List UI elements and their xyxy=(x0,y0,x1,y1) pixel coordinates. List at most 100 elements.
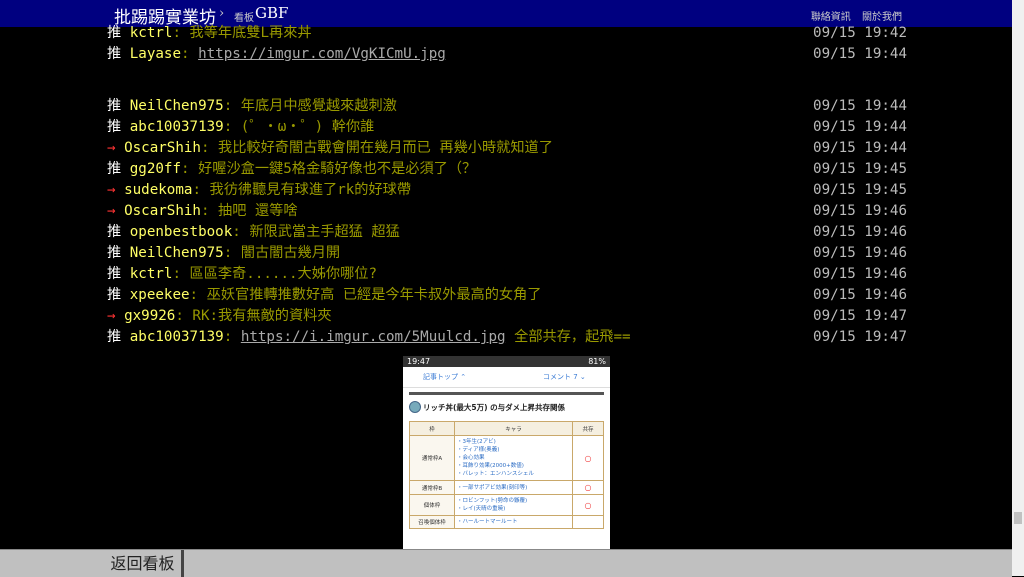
push-user: NeilChen975 xyxy=(129,98,224,114)
status-battery: 81% xyxy=(588,357,606,366)
push-row: → OscarShih: 我比較好奇闇古戰會開在幾月而已 再幾小時就知道了 09/… xyxy=(107,138,907,159)
page-scrollbar[interactable] xyxy=(1012,0,1024,576)
push-time: 09/15 19:45 xyxy=(813,161,907,177)
push-row: 推 openbestbook: 新限武當主手超猛 超猛 09/15 19:46 xyxy=(107,222,907,243)
push-content-text: : (゜・ω・゜) 幹你誰 xyxy=(223,119,375,135)
push-content: : 抽吧 還等啥 xyxy=(201,203,298,219)
push-time: 09/15 19:44 xyxy=(813,98,907,114)
push-content-after: 全部共存，起飛== xyxy=(505,329,631,345)
cell-chars: ・3年生(2アビ) ・ディア様(奥義) ・会心効果 ・耳飾り効果(2000+数値… xyxy=(454,435,573,481)
push-tag: 推 xyxy=(107,46,122,62)
col-coexist: 共存 xyxy=(572,421,604,436)
push-tag: 推 xyxy=(107,266,122,282)
cell-chars: ・一部サポアビ効果(刻印等) xyxy=(454,480,573,495)
push-content: : 好喔沙盒一鍵5格金騎好像也不是必須了（？ xyxy=(181,161,476,177)
push-link[interactable]: https://i.imgur.com/5Muulcd.jpg xyxy=(241,329,506,345)
push-content-text: : 我等年底雙L再來丼 xyxy=(172,25,312,41)
cell-chars: ・ハールートマールート xyxy=(454,515,573,529)
board-name-link[interactable]: GBF xyxy=(255,4,288,22)
contact-link[interactable]: 聯絡資訊 xyxy=(811,12,851,23)
push-content-text: : 闇古闇古幾月開 xyxy=(223,245,341,261)
push-user: abc10037139 xyxy=(129,119,224,135)
push-link[interactable]: https://imgur.com/VgKICmU.jpg xyxy=(198,46,446,62)
push-row: 推 gg20ff: 好喔沙盒一鍵5格金騎好像也不是必須了（？ 09/15 19:4… xyxy=(107,159,907,180)
cell-frame: 個体枠 xyxy=(409,494,455,516)
preview-divider xyxy=(409,392,604,395)
push-tag: 推 xyxy=(107,98,122,114)
header-links: 聯絡資訊 關於我們 xyxy=(803,8,902,23)
table-row: 個体枠 ・ロビンフット(勢命の鏃覆) ・レイ(天晴の重暁) ○ xyxy=(409,494,604,516)
push-time: 09/15 19:46 xyxy=(813,203,907,219)
push-content-text: : 好喔沙盒一鍵5格金騎好像也不是必須了（？ xyxy=(181,161,477,177)
tab-comments: コメント 7 ⌄ xyxy=(543,373,586,381)
push-row: → gx9926: RK:我有無敵的資料夾 09/15 19:47 xyxy=(107,306,907,327)
back-to-board-button[interactable]: 返回看板 xyxy=(104,550,184,577)
cell-frame: 通常枠A xyxy=(409,435,455,481)
push-content-text: : 區區李奇......大姊你哪位? xyxy=(172,266,378,282)
push-content: : 我等年底雙L再來丼 xyxy=(172,25,311,41)
push-tag: 推 xyxy=(107,329,122,345)
push-content: : https://imgur.com/VgKICmU.jpg xyxy=(181,46,446,62)
push-tag: → xyxy=(107,203,116,219)
push-row: → OscarShih: 抽吧 還等啥 09/15 19:46 xyxy=(107,201,907,222)
status-time: 19:47 xyxy=(407,357,431,366)
bottom-bar: 返回看板 xyxy=(0,549,1012,577)
push-row: 推 NeilChen975: 闇古闇古幾月開 09/15 19:46 xyxy=(107,243,907,264)
push-content: : 我彷彿聽見有球進了rk的好球帶 xyxy=(192,182,411,198)
push-content: : 年底月中感覺越來越刺激 xyxy=(224,98,397,114)
push-content-text: : xyxy=(223,329,241,345)
push-user: kctrl xyxy=(129,266,173,282)
push-row: 推 kctrl: 我等年底雙L再來丼 09/15 19:42 xyxy=(107,23,907,44)
push-tag: → xyxy=(107,182,116,198)
push-user: gx9926 xyxy=(124,308,176,324)
push-content: : 新限武當主手超猛 超猛 xyxy=(232,224,400,240)
push-user: abc10037139 xyxy=(129,329,224,345)
push-user: NeilChen975 xyxy=(129,245,224,261)
cell-coexist xyxy=(572,515,604,529)
embedded-image-preview[interactable]: 19:47 81% 記事トップ ⌃ コメント 7 ⌄ リッチ丼(最大5万) の与… xyxy=(403,356,610,550)
push-tag: 推 xyxy=(107,287,122,303)
push-content-text: : 抽吧 還等啥 xyxy=(200,203,298,219)
push-user: sudekoma xyxy=(124,182,193,198)
push-user: gg20ff xyxy=(129,161,181,177)
push-content: : RK:我有無敵的資料夾 xyxy=(175,308,331,324)
push-tag: → xyxy=(107,140,116,156)
about-link[interactable]: 關於我們 xyxy=(862,12,902,23)
push-content: : 區區李奇......大姊你哪位? xyxy=(172,266,377,282)
push-user: xpeekee xyxy=(129,287,190,303)
push-time: 09/15 19:44 xyxy=(813,46,907,62)
table-row: 通常枠B ・一部サポアビ効果(刻印等) ○ xyxy=(409,480,604,495)
scrollbar-thumb[interactable] xyxy=(1014,512,1022,524)
push-row: 推 NeilChen975: 年底月中感覺越來越刺激 09/15 19:44 xyxy=(107,96,907,117)
push-time: 09/15 19:44 xyxy=(813,119,907,135)
push-row: 推 xpeekee: 巫妖官推轉推數好高 已經是今年卡叔外最高的女角了 09/15… xyxy=(107,285,907,306)
push-content-text: : 巫妖官推轉推數好高 已經是今年卡叔外最高的女角了 xyxy=(189,287,542,303)
push-tag: 推 xyxy=(107,25,122,41)
col-frame: 枠 xyxy=(409,421,455,436)
push-content-text: : 年底月中感覺越來越刺激 xyxy=(223,98,397,114)
cell-frame: 召喚個体枠 xyxy=(409,515,455,529)
push-tag: → xyxy=(107,308,116,324)
push-user: Layase xyxy=(129,46,181,62)
push-tag: 推 xyxy=(107,119,122,135)
cell-coexist: ○ xyxy=(572,494,604,516)
cell-coexist: ○ xyxy=(572,480,604,495)
push-content: : 巫妖官推轉推數好高 已經是今年卡叔外最高的女角了 xyxy=(190,287,542,303)
push-row: 推 abc10037139: https://i.imgur.com/5Muul… xyxy=(107,327,907,348)
cell-frame: 通常枠B xyxy=(409,480,455,495)
col-chara: キャラ xyxy=(454,421,573,436)
board-prefix-label: 看板 xyxy=(234,13,254,24)
push-user: OscarShih xyxy=(124,203,201,219)
push-time: 09/15 19:45 xyxy=(813,182,907,198)
preview-title-text: リッチ丼(最大5万) の与ダメ上昇共存関係 xyxy=(423,403,565,412)
push-content-text: : xyxy=(181,46,199,62)
preview-tabs: 記事トップ ⌃ コメント 7 ⌄ xyxy=(403,367,610,388)
push-time: 09/15 19:46 xyxy=(813,287,907,303)
push-time: 09/15 19:42 xyxy=(813,25,907,41)
push-time: 09/15 19:47 xyxy=(813,329,907,345)
cell-coexist: ○ xyxy=(572,435,604,481)
push-content-text: : 我比較好奇闇古戰會開在幾月而已 再幾小時就知道了 xyxy=(200,140,553,156)
push-content-text: : 新限武當主手超猛 超猛 xyxy=(232,224,400,240)
push-content: : 我比較好奇闇古戰會開在幾月而已 再幾小時就知道了 xyxy=(201,140,553,156)
cell-chars: ・ロビンフット(勢命の鏃覆) ・レイ(天晴の重暁) xyxy=(454,494,573,516)
